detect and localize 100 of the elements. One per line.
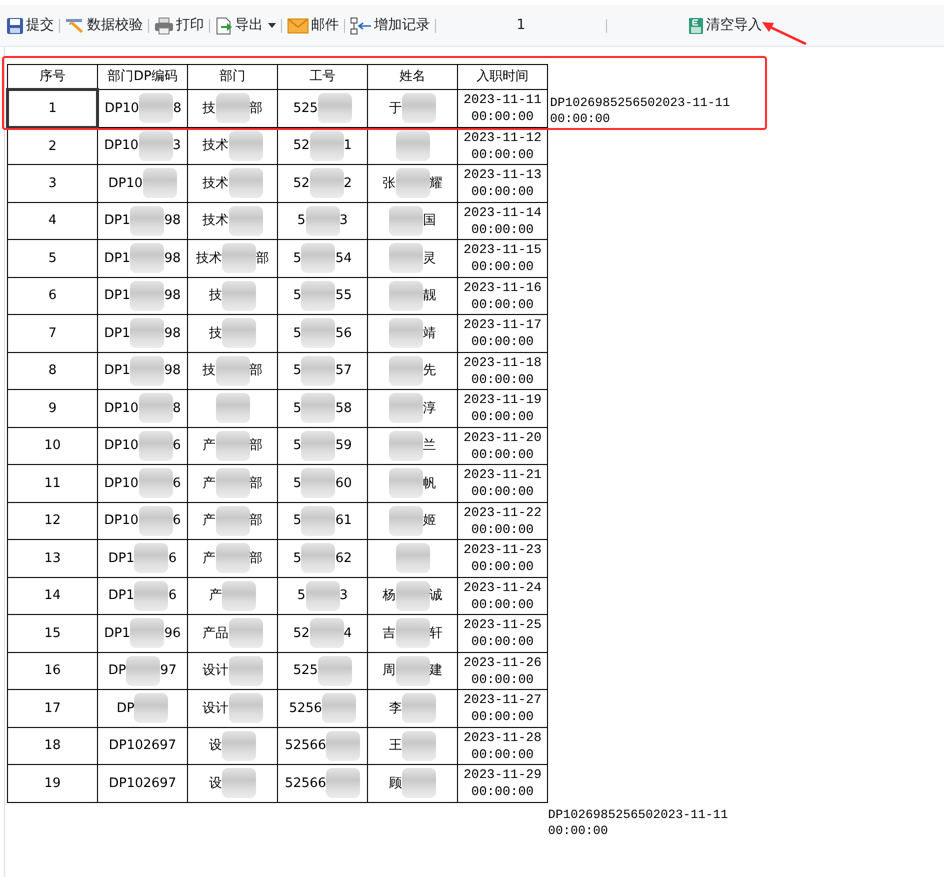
blur-patch bbox=[389, 280, 423, 311]
cell-text: 吉 bbox=[382, 624, 396, 642]
cell-text: 产 bbox=[209, 587, 222, 605]
table-cell[interactable]: 2 bbox=[8, 127, 98, 164]
cell-text: 3 bbox=[340, 587, 348, 605]
cell-text: 部 bbox=[250, 362, 262, 380]
cell-text: 建 bbox=[430, 662, 442, 680]
table-cell[interactable]: 8 bbox=[8, 352, 98, 390]
blur-patch bbox=[396, 130, 430, 161]
blur-patch bbox=[389, 243, 423, 274]
cell-text: 5 bbox=[293, 550, 302, 568]
cell-text: 部 bbox=[250, 437, 262, 455]
table-cell[interactable]: 17 bbox=[8, 690, 98, 727]
table-cell[interactable]: 4 bbox=[8, 202, 98, 240]
blur-patch bbox=[139, 93, 174, 124]
table-cell[interactable]: 16 bbox=[8, 652, 98, 690]
cell-text: 57 bbox=[335, 362, 352, 380]
table-cell[interactable]: 7 bbox=[8, 314, 98, 352]
printer-icon bbox=[154, 16, 174, 34]
cell-text: DP1 bbox=[104, 287, 130, 305]
blur-patch bbox=[396, 580, 430, 611]
cell-text: DP1 bbox=[108, 550, 134, 568]
cell-text: 5 bbox=[293, 362, 302, 380]
cell-text: 6 bbox=[172, 512, 181, 530]
table-cell[interactable]: 14 bbox=[8, 577, 98, 614]
blur-patch bbox=[301, 543, 336, 574]
blur-patch bbox=[138, 393, 173, 424]
table-cell[interactable]: 6 bbox=[8, 277, 98, 314]
blur-patch bbox=[389, 393, 423, 424]
cell-text: 靖 bbox=[423, 324, 436, 342]
cell-text: 姬 bbox=[423, 512, 436, 530]
table-cell[interactable]: 18 bbox=[8, 727, 98, 764]
toolbar-button[interactable]: 邮件 bbox=[287, 15, 339, 36]
table-cell[interactable]: 19 bbox=[8, 764, 98, 802]
cell-text: 5256 bbox=[288, 700, 322, 718]
table-cell[interactable]: 10 bbox=[8, 427, 98, 464]
cell-text: 于 bbox=[389, 100, 402, 118]
blur-patch bbox=[326, 768, 360, 798]
cell-text: 技术 bbox=[196, 250, 222, 268]
cell-text: 8 bbox=[173, 100, 182, 118]
table-cell[interactable]: 15 bbox=[8, 614, 98, 652]
cell-text: DP10 bbox=[104, 474, 139, 492]
table-cell: 2023-11-20 00:00:00 bbox=[458, 427, 548, 464]
cell-text: 设计 bbox=[202, 700, 228, 718]
cell-text: 轩 bbox=[430, 624, 442, 642]
cell-text: 52566 bbox=[284, 774, 326, 792]
blur-patch bbox=[130, 280, 164, 311]
blur-patch bbox=[389, 206, 423, 236]
blur-patch bbox=[222, 318, 256, 348]
table-cell: 2023-11-24 00:00:00 bbox=[458, 577, 548, 614]
toolbar-button[interactable]: 增加记录 bbox=[350, 15, 430, 36]
blur-patch bbox=[228, 656, 262, 686]
blur-patch bbox=[306, 580, 340, 611]
blur-patch bbox=[389, 468, 423, 498]
blur-patch bbox=[326, 730, 360, 761]
table-cell[interactable]: 1 bbox=[8, 90, 98, 127]
table-cell: 2023-11-13 00:00:00 bbox=[458, 164, 548, 202]
toolbar-button[interactable]: 数据校验 bbox=[65, 15, 143, 36]
blur-patch bbox=[301, 318, 336, 348]
cell-text: 56 bbox=[335, 324, 352, 342]
cell-text: 2 bbox=[344, 174, 352, 192]
cell-text: 52 bbox=[293, 137, 310, 155]
blur-patch bbox=[306, 206, 340, 236]
toolbar-button[interactable]: 打印 bbox=[154, 15, 204, 36]
table-cell[interactable]: 13 bbox=[8, 540, 98, 577]
cell-text: 5 bbox=[293, 400, 302, 418]
table-cell[interactable]: 5 bbox=[8, 240, 98, 277]
table-cell[interactable]: 9 bbox=[8, 390, 98, 427]
toolbar-button[interactable]: 提交 bbox=[6, 15, 54, 36]
cell-text: 技术 bbox=[202, 137, 228, 155]
column-header: 序号 bbox=[8, 64, 98, 90]
cell-text: DP10 bbox=[104, 137, 139, 155]
blur-patch bbox=[138, 468, 173, 498]
table-cell: 2023-11-11 00:00:00 bbox=[458, 90, 548, 127]
table-cell[interactable]: 3 bbox=[8, 164, 98, 202]
table-cell: 2023-11-16 00:00:00 bbox=[458, 277, 548, 314]
blur-patch bbox=[228, 168, 262, 198]
blur-patch bbox=[301, 243, 336, 274]
blur-patch bbox=[310, 168, 344, 198]
cell-text: 54 bbox=[335, 250, 352, 268]
table-cell[interactable]: 11 bbox=[8, 464, 98, 502]
cell-text: 5 bbox=[293, 287, 302, 305]
blur-patch bbox=[402, 693, 436, 724]
page-number: 1 bbox=[516, 16, 526, 35]
table-cell: 2023-11-28 00:00:00 bbox=[458, 727, 548, 764]
document-arrow-icon bbox=[215, 16, 233, 34]
toolbar-button[interactable]: 导出 bbox=[215, 15, 276, 36]
cell-text: 58 bbox=[335, 400, 352, 418]
blur-patch bbox=[222, 280, 256, 311]
toolbar-button[interactable]: 清空导入 bbox=[688, 15, 762, 36]
cell-text: 产 bbox=[202, 550, 216, 568]
table-cell[interactable]: 12 bbox=[8, 502, 98, 540]
cell-text: DP1 bbox=[104, 250, 130, 268]
cell-text: 60 bbox=[335, 474, 352, 492]
blur-patch bbox=[134, 543, 168, 574]
cell-text: 靓 bbox=[423, 287, 436, 305]
blur-patch bbox=[216, 356, 250, 386]
column-header: 姓名 bbox=[368, 64, 458, 90]
cell-text: 技 bbox=[209, 324, 222, 342]
table-cell: 2023-11-17 00:00:00 bbox=[458, 314, 548, 352]
